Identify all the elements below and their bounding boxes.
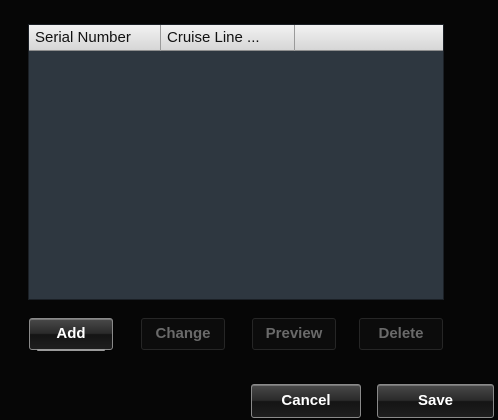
delete-button[interactable]: Delete [359,318,443,350]
preview-button[interactable]: Preview [252,318,336,350]
add-button[interactable]: Add [29,318,113,350]
column-header-empty [295,25,443,51]
cruise-line-list[interactable]: Serial Number Cruise Line ... [28,24,444,300]
change-button[interactable]: Change [141,318,225,350]
list-header: Serial Number Cruise Line ... [29,25,443,51]
dialog-panel: Serial Number Cruise Line ... Add Change… [0,0,498,420]
add-button-focus-indicator [37,349,105,351]
column-header-serial-number[interactable]: Serial Number [29,25,161,51]
save-button[interactable]: Save [377,384,494,418]
cancel-button[interactable]: Cancel [251,384,361,418]
column-header-cruise-line[interactable]: Cruise Line ... [161,25,295,51]
